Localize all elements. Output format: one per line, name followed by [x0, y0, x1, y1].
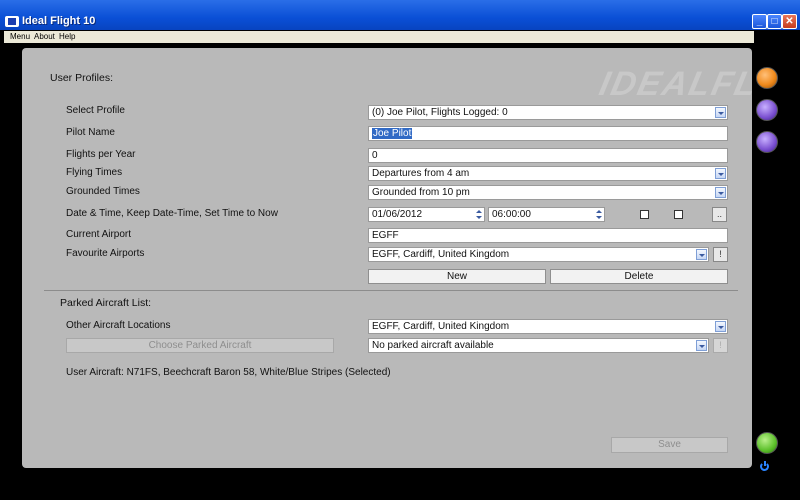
parked-aircraft-info-button[interactable]: !	[713, 338, 728, 353]
menu-item-menu[interactable]: Menu	[10, 32, 30, 41]
flights-per-year-value: 0	[372, 150, 378, 161]
keep-date-time-checkbox[interactable]	[640, 210, 649, 219]
menu-item-about[interactable]: About	[34, 32, 55, 41]
menu-bar: Menu About Help	[4, 31, 754, 43]
set-time-to-now-checkbox[interactable]	[674, 210, 683, 219]
chevron-down-icon[interactable]	[715, 321, 726, 332]
delete-profile-button[interactable]: Delete	[550, 269, 728, 284]
time-value: 06:00:00	[492, 209, 531, 220]
other-aircraft-locations-value: EGFF, Cardiff, United Kingdom	[372, 321, 510, 332]
folder-icon[interactable]	[756, 67, 778, 89]
back-arrow-icon[interactable]	[756, 432, 778, 454]
chevron-down-icon[interactable]	[715, 107, 726, 118]
chevron-down-icon[interactable]	[715, 187, 726, 198]
watermark-text: IDEALFLIGHT	[596, 65, 760, 103]
grounded-times-label: Grounded Times	[66, 186, 140, 197]
spinner-arrows-icon[interactable]	[474, 208, 484, 221]
select-profile-dropdown[interactable]: (0) Joe Pilot, Flights Logged: 0	[368, 105, 728, 120]
power-icon[interactable]	[760, 461, 769, 471]
user-aircraft-text: User Aircraft: N71FS, Beechcraft Baron 5…	[66, 367, 391, 378]
chevron-down-icon[interactable]	[696, 249, 707, 260]
favourite-airports-info-button[interactable]: !	[713, 247, 728, 262]
app-logo-icon	[5, 16, 19, 27]
minimize-button[interactable]: _	[752, 14, 767, 29]
section-divider	[44, 290, 738, 291]
parked-aircraft-value: No parked aircraft available	[372, 340, 494, 351]
title-bar: Ideal Flight 10 _ □ ✕	[0, 0, 800, 30]
favourite-airports-value: EGFF, Cardiff, United Kingdom	[372, 249, 510, 260]
section-title-parked-aircraft: Parked Aircraft List:	[60, 297, 152, 309]
parked-aircraft-dropdown[interactable]: No parked aircraft available	[368, 338, 709, 353]
new-profile-button[interactable]: New	[368, 269, 546, 284]
choose-parked-aircraft-button[interactable]: Choose Parked Aircraft	[66, 338, 334, 353]
flying-times-label: Flying Times	[66, 167, 123, 178]
flights-per-year-input[interactable]: 0	[368, 148, 728, 163]
grounded-times-value: Grounded from 10 pm	[372, 187, 470, 198]
date-input[interactable]: 01/06/2012	[368, 207, 485, 222]
chevron-down-icon[interactable]	[715, 168, 726, 179]
chevron-down-icon[interactable]	[696, 340, 707, 351]
favourite-airports-label: Favourite Airports	[66, 248, 145, 259]
time-input[interactable]: 06:00:00	[488, 207, 605, 222]
close-button[interactable]: ✕	[782, 14, 797, 29]
pilot-name-input[interactable]: Joe Pilot	[368, 126, 728, 141]
pilot-name-label: Pilot Name	[66, 127, 115, 138]
flying-times-dropdown[interactable]: Departures from 4 am	[368, 166, 728, 181]
grounded-times-dropdown[interactable]: Grounded from 10 pm	[368, 185, 728, 200]
flying-times-value: Departures from 4 am	[372, 168, 470, 179]
favourite-airports-dropdown[interactable]: EGFF, Cardiff, United Kingdom	[368, 247, 709, 262]
save-button[interactable]: Save	[611, 437, 728, 453]
section-title-user-profiles: User Profiles:	[50, 72, 114, 84]
flights-per-year-label: Flights per Year	[66, 149, 136, 160]
date-value: 01/06/2012	[372, 209, 423, 220]
maximize-button[interactable]: □	[767, 14, 782, 29]
select-profile-value: (0) Joe Pilot, Flights Logged: 0	[372, 107, 508, 118]
set-now-button[interactable]: ..	[712, 207, 727, 222]
other-aircraft-locations-dropdown[interactable]: EGFF, Cardiff, United Kingdom	[368, 319, 728, 334]
window-title: Ideal Flight 10	[22, 15, 96, 27]
pilot-name-value: Joe Pilot	[372, 128, 413, 139]
pilot-icon[interactable]	[756, 131, 778, 153]
menu-item-help[interactable]: Help	[59, 32, 75, 41]
other-aircraft-locations-label: Other Aircraft Locations	[66, 320, 171, 331]
select-profile-label: Select Profile	[66, 105, 125, 116]
current-airport-value: EGFF	[372, 230, 399, 241]
current-airport-input[interactable]: EGFF	[368, 228, 728, 243]
user-icon[interactable]	[756, 99, 778, 121]
spinner-arrows-icon[interactable]	[594, 208, 604, 221]
current-airport-label: Current Airport	[66, 229, 132, 240]
date-time-label: Date & Time, Keep Date-Time, Set Time to…	[66, 208, 278, 219]
